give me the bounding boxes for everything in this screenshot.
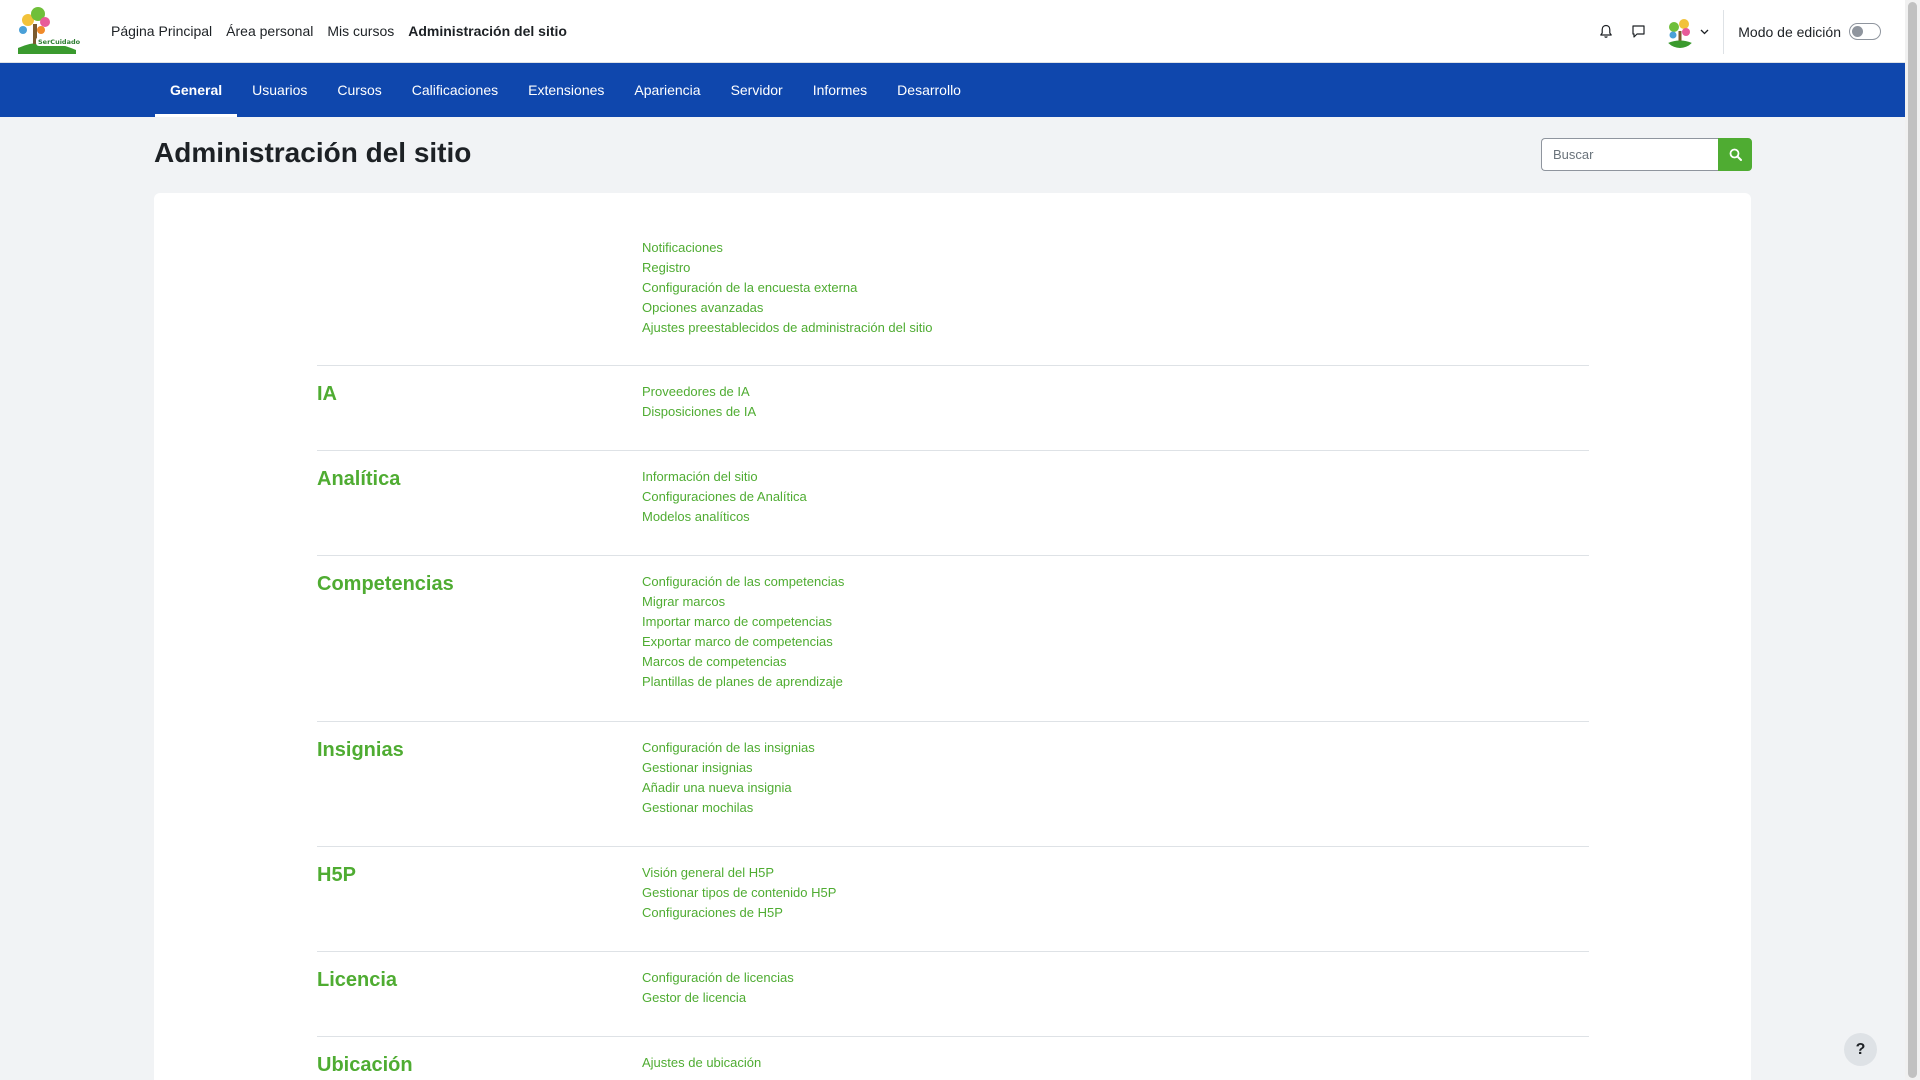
category-links: Configuración de las insignias Gestionar…	[642, 738, 815, 830]
link-registration[interactable]: Registro	[642, 258, 933, 278]
link-analytics-settings[interactable]: Configuraciones de Analítica	[642, 487, 807, 507]
tab-grades[interactable]: Calificaciones	[397, 63, 513, 117]
notifications-button[interactable]	[1592, 18, 1620, 46]
category-badges: Insignias Configuración de las insignias…	[317, 722, 1589, 847]
nav-home[interactable]: Página Principal	[104, 0, 219, 63]
tab-general[interactable]: General	[155, 63, 238, 117]
category-links: Proveedores de IA Disposiciones de IA	[642, 382, 756, 434]
link-advanced-features[interactable]: Opciones avanzadas	[642, 298, 933, 318]
link-competency-settings[interactable]: Configuración de las competencias	[642, 572, 844, 592]
category-links: Configuración de las competencias Migrar…	[642, 572, 844, 705]
link-learning-plan-templates[interactable]: Plantillas de planes de aprendizaje	[642, 672, 844, 692]
category-links: Configuración de licencias Gestor de lic…	[642, 968, 794, 1020]
page-title: Administración del sitio	[154, 137, 472, 168]
category-links: Ajustes de ubicación	[642, 1053, 761, 1077]
link-competency-frameworks[interactable]: Marcos de competencias	[642, 652, 844, 672]
link-manage-badges[interactable]: Gestionar insignias	[642, 758, 815, 778]
link-location-settings[interactable]: Ajustes de ubicación	[642, 1053, 761, 1073]
secondary-navigation: General Usuarios Cursos Calificaciones E…	[0, 63, 1905, 117]
category-links: Información del sitio Configuraciones de…	[642, 467, 807, 539]
link-import-framework[interactable]: Importar marco de competencias	[642, 612, 844, 632]
link-site-information[interactable]: Información del sitio	[642, 467, 807, 487]
category-title-competencies[interactable]: Competencias	[317, 572, 642, 705]
link-license-settings[interactable]: Configuración de licencias	[642, 968, 794, 988]
category-analytics: Analítica Información del sitio Configur…	[317, 451, 1589, 556]
edit-mode-toggle[interactable]	[1849, 23, 1881, 40]
edit-mode-label: Modo de edición	[1738, 23, 1841, 40]
chat-icon	[1632, 25, 1645, 38]
link-notifications[interactable]: Notificaciones	[642, 238, 933, 258]
tab-courses[interactable]: Cursos	[322, 63, 396, 117]
category-general: Notificaciones Registro Configuración de…	[317, 223, 1589, 366]
tab-plugins[interactable]: Extensiones	[513, 63, 619, 117]
admin-search	[1541, 138, 1752, 171]
tab-users[interactable]: Usuarios	[237, 63, 322, 117]
link-license-manager[interactable]: Gestor de licencia	[642, 988, 794, 1008]
chevron-down-icon	[1700, 29, 1709, 34]
tab-server[interactable]: Servidor	[716, 63, 798, 117]
divider	[1723, 9, 1725, 54]
link-h5p-overview[interactable]: Visión general del H5P	[642, 863, 836, 883]
category-links: Visión general del H5P Gestionar tipos d…	[642, 863, 836, 935]
link-ai-providers[interactable]: Proveedores de IA	[642, 382, 756, 402]
svg-text:SerCuidado: SerCuidado	[38, 38, 80, 46]
link-add-badge[interactable]: Añadir una nueva insignia	[642, 778, 815, 798]
search-icon	[1729, 148, 1742, 161]
link-migrate-frameworks[interactable]: Migrar marcos	[642, 592, 844, 612]
user-controls: Modo de edición	[1592, 0, 1905, 63]
admin-categories-card: Notificaciones Registro Configuración de…	[154, 193, 1751, 1080]
primary-navigation: Página Principal Área personal Mis curso…	[104, 0, 574, 63]
category-license: Licencia Configuración de licencias Gest…	[317, 952, 1589, 1037]
category-title-ai[interactable]: IA	[317, 382, 642, 434]
nav-site-administration[interactable]: Administración del sitio	[401, 0, 574, 63]
user-menu-toggle[interactable]	[1664, 15, 1709, 48]
link-ai-placements[interactable]: Disposiciones de IA	[642, 402, 756, 422]
search-button[interactable]	[1718, 138, 1752, 171]
category-links: Notificaciones Registro Configuración de…	[642, 238, 933, 365]
page-scrollbar[interactable]	[1905, 0, 1920, 1080]
category-title	[317, 238, 642, 365]
link-feedback-settings[interactable]: Configuración de la encuesta externa	[642, 278, 933, 298]
category-title-h5p[interactable]: H5P	[317, 863, 642, 935]
nav-dashboard[interactable]: Área personal	[219, 0, 320, 63]
nav-my-courses[interactable]: Mis cursos	[320, 0, 401, 63]
category-location: Ubicación Ajustes de ubicación	[317, 1037, 1589, 1080]
link-admin-presets[interactable]: Ajustes preestablecidos de administració…	[642, 318, 933, 338]
search-input[interactable]	[1541, 138, 1718, 171]
link-h5p-content-types[interactable]: Gestionar tipos de contenido H5P	[642, 883, 836, 903]
category-title-location[interactable]: Ubicación	[317, 1053, 642, 1077]
category-title-license[interactable]: Licencia	[317, 968, 642, 1020]
tab-reports[interactable]: Informes	[798, 63, 882, 117]
scrollbar-thumb[interactable]	[1908, 2, 1917, 1078]
link-manage-backpacks[interactable]: Gestionar mochilas	[642, 798, 815, 818]
link-analytics-models[interactable]: Modelos analíticos	[642, 507, 807, 527]
bell-icon	[1600, 24, 1613, 38]
category-competencies: Competencias Configuración de las compet…	[317, 556, 1589, 722]
link-export-framework[interactable]: Exportar marco de competencias	[642, 632, 844, 652]
messages-button[interactable]	[1624, 18, 1652, 46]
top-navbar: SerCuidado Página Principal Área persona…	[0, 0, 1905, 63]
category-h5p: H5P Visión general del H5P Gestionar tip…	[317, 847, 1589, 952]
tab-development[interactable]: Desarrollo	[882, 63, 976, 117]
site-logo[interactable]: SerCuidado	[14, 6, 81, 54]
category-list: Notificaciones Registro Configuración de…	[317, 223, 1589, 1080]
edit-mode-control: Modo de edición	[1738, 23, 1905, 40]
category-ai: IA Proveedores de IA Disposiciones de IA	[317, 366, 1589, 451]
link-h5p-settings[interactable]: Configuraciones de H5P	[642, 903, 836, 923]
category-title-analytics[interactable]: Analítica	[317, 467, 642, 539]
help-button[interactable]: ?	[1844, 1033, 1877, 1066]
category-title-badges[interactable]: Insignias	[317, 738, 642, 830]
link-badge-settings[interactable]: Configuración de las insignias	[642, 738, 815, 758]
user-avatar	[1664, 15, 1697, 48]
tab-appearance[interactable]: Apariencia	[619, 63, 715, 117]
